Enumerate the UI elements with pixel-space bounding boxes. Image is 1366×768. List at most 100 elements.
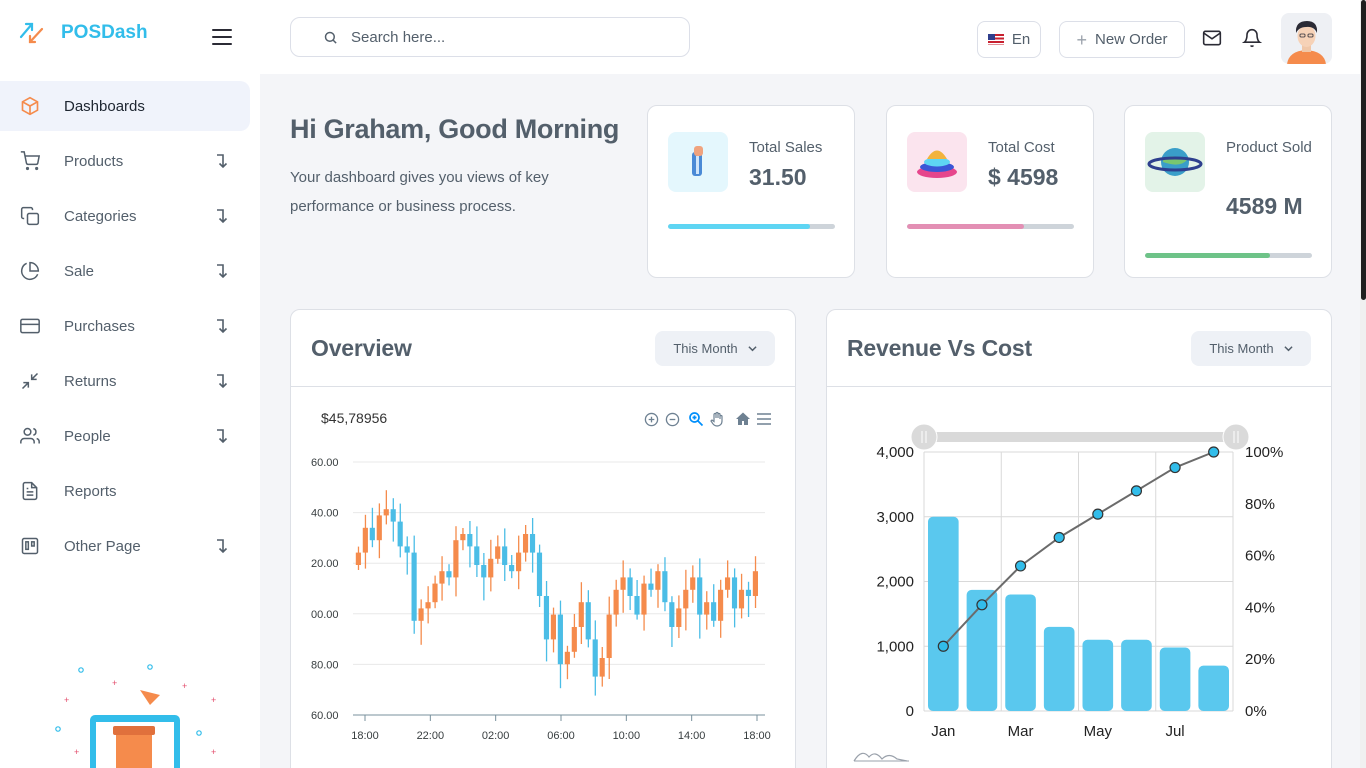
candle-body [585,602,591,640]
chart-toolbar [639,410,773,428]
plus-icon: + [1076,29,1087,50]
revenue-cost-card: Revenue Vs Cost This Month 0 1,000 2,000 3,… [826,309,1332,768]
range-slider-track [924,432,1236,442]
cost-point [1208,446,1220,458]
candle-body [655,571,661,590]
candle-body [648,583,654,590]
y-tick-label: 00.00 [311,609,339,621]
home-reset-icon[interactable] [734,410,752,428]
brand-name: POSDash [61,22,148,43]
candle-body [439,571,445,584]
corner-down-right-icon [217,539,228,554]
candle-body [495,546,501,559]
y-right-tick-label: 80% [1245,496,1275,513]
sidebar-item-purchases[interactable]: Purchases [0,301,250,351]
sidebar-item-returns[interactable]: Returns [0,356,250,406]
candle-body [376,515,382,541]
candle-body [502,546,508,565]
revenue-bar [1159,647,1191,711]
candle-body [418,608,424,621]
candle-body [390,509,396,522]
cube-icon [20,96,40,116]
zoom-out-icon[interactable] [663,410,681,428]
sidebar-item-people[interactable]: People [0,411,250,461]
stat-label: Total Cost [988,139,1055,156]
x-tick-label: 18:00 [743,730,771,742]
brand[interactable]: POSDash [18,20,148,46]
sidebar-item-label: Sale [64,262,95,280]
y-right-tick-label: 0% [1245,703,1267,720]
candle-body [718,589,724,621]
menu-icon[interactable] [755,410,773,428]
candle-body [711,602,717,621]
trello-icon [20,536,40,556]
corner-down-right-icon [217,264,228,279]
candle-body [516,552,522,572]
user-avatar[interactable] [1281,13,1332,64]
copy-icon [20,206,40,226]
candle-body [731,577,738,609]
stat-progress-bar [668,224,835,229]
corner-down-right-icon [217,154,228,169]
corner-down-right-icon [217,209,228,224]
bell-icon[interactable] [1242,28,1262,48]
corner-down-right-icon [217,319,228,334]
sidebar-item-dashboards[interactable]: Dashboards [0,81,250,131]
revenue-bar [1005,594,1036,711]
candle-body [669,602,675,627]
candle-body [564,651,570,665]
search-box[interactable] [290,17,690,57]
sidebar-item-reports[interactable]: Reports [0,466,250,516]
sidebar-item-products[interactable]: Products [0,136,250,186]
y-tick-label: 60.00 [311,457,339,469]
stat-card-total-sales: Total Sales 31.50 [647,105,855,278]
promo-illustration: + + + + + + [55,664,216,768]
x-tick-label: Jan [931,723,955,740]
y-left-tick-label: 3,000 [876,509,914,526]
language-label: En [1011,31,1031,48]
candle-body [432,583,438,603]
language-selector[interactable]: En [977,21,1041,58]
candle-body [446,571,452,578]
y-right-tick-label: 40% [1245,599,1275,616]
menu-toggle-icon[interactable] [212,29,232,45]
candle-body [599,658,605,677]
candle-body [606,614,612,658]
y-tick-label: 40.00 [311,508,339,520]
y-tick-label: 80.00 [311,659,339,671]
sidebar-item-label: Dashboards [64,97,145,115]
y-left-tick-label: 0 [906,703,914,720]
candle-body [543,596,550,640]
search-input[interactable] [351,28,671,46]
x-tick-label: 06:00 [547,730,575,742]
sidebar-item-categories[interactable]: Categories [0,191,250,241]
sidebar-item-sale[interactable]: Sale [0,246,250,296]
y-left-tick-label: 1,000 [876,638,914,655]
zoom-in-icon[interactable] [642,410,660,428]
cost-point [1053,531,1065,544]
credit-card-icon [20,316,40,336]
page-subtitle: Your dashboard gives you views of key pe… [290,169,549,215]
x-tick-label: 22:00 [417,730,445,742]
mail-icon[interactable] [1202,28,1222,48]
cost-point [976,599,988,611]
candle-body [592,639,598,677]
candle-body [411,552,417,621]
sidebar-item-label: Reports [64,482,117,500]
pan-hand-icon[interactable] [708,410,726,428]
overview-card: Overview This Month 60.00 40.00 20.00 00.00… [290,309,796,768]
scrollbar-thumb[interactable] [1361,0,1366,300]
stat-value: $ 4598 [988,164,1059,190]
svg-text:+: + [112,678,117,688]
new-order-button[interactable]: + New Order [1059,21,1185,58]
candle-body [620,577,626,590]
candle-body [704,602,710,615]
sidebar-item-other-page[interactable]: Other Page [0,521,250,571]
magnifier-zoom-icon[interactable] [687,410,705,428]
svg-text:+: + [211,747,216,757]
candle-body [634,596,640,615]
us-flag-icon [987,34,1004,45]
candle-body [453,540,459,578]
y-left-tick-label: 2,000 [876,574,914,591]
corner-down-right-icon [217,429,228,444]
